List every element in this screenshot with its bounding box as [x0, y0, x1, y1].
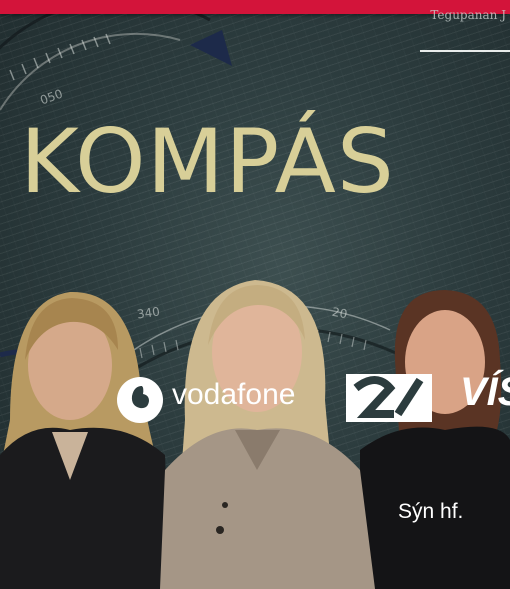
stod2-logo-icon [346, 374, 432, 422]
presenter-center [160, 280, 375, 589]
vodafone-speechmark-icon [117, 377, 163, 423]
vodafone-wordmark: vodafone [172, 378, 296, 411]
newspaper-headline-fragment: Tegupanan J [430, 8, 506, 22]
company-name: Sýn hf. [398, 500, 464, 523]
vis-logo: VÍS [460, 370, 510, 414]
promo-banner[interactable]: Tegupanan J 050 340 20 KOMPÁS vodafone V… [0, 0, 510, 589]
presenter-left [0, 291, 170, 589]
presenter-right [360, 290, 510, 589]
sponsor-logos: vodafone VÍS [110, 370, 510, 426]
